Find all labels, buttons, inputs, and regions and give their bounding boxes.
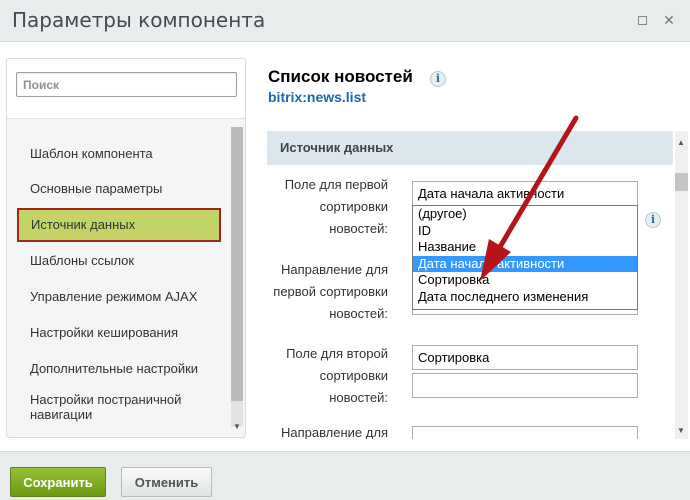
- search-area: [7, 59, 245, 119]
- dropdown-option[interactable]: (другое): [413, 206, 637, 223]
- info-icon[interactable]: i: [430, 71, 446, 87]
- save-button[interactable]: Сохранить: [10, 467, 106, 497]
- field-label-first-sort: Поле для первой сортировки новостей:: [284, 177, 388, 236]
- scroll-down-icon[interactable]: ▼: [677, 426, 685, 435]
- cancel-button[interactable]: Отменить: [121, 467, 212, 497]
- sidebar-item-cache[interactable]: Настройки кеширования: [30, 325, 205, 340]
- field-row-clipped: Направление для: [268, 420, 674, 439]
- content-scrollbar-thumb[interactable]: [675, 173, 688, 191]
- sidebar-scrollbar-thumb[interactable]: [231, 127, 243, 401]
- dropdown-option[interactable]: Название: [413, 239, 637, 256]
- sidebar-item-template[interactable]: Шаблон компонента: [30, 146, 205, 161]
- component-code: bitrix:news.list: [268, 89, 367, 105]
- search-input[interactable]: [16, 72, 237, 97]
- sidebar-item-ajax[interactable]: Управление режимом AJAX: [30, 289, 205, 304]
- first-sort-dropdown-list[interactable]: (другое) ID Название Дата начала активно…: [412, 205, 638, 310]
- sidebar: Шаблон компонента Основные параметры Ист…: [6, 58, 246, 438]
- second-sort-select[interactable]: Сортировка: [412, 345, 638, 370]
- dropdown-option[interactable]: Сортировка: [413, 272, 637, 289]
- dropdown-option-selected[interactable]: Дата начала активности: [413, 255, 637, 272]
- field-label-first-direction: Направление для первой сортировки новост…: [273, 262, 388, 321]
- first-sort-select[interactable]: Дата начала активности: [412, 181, 638, 206]
- sidebar-item-link-templates[interactable]: Шаблоны ссылок: [30, 253, 205, 268]
- sidebar-item-main-params[interactable]: Основные параметры: [30, 181, 205, 196]
- window-title: Параметры компонента: [12, 8, 266, 32]
- window-titlebar: Параметры компонента ✕: [0, 0, 690, 42]
- scroll-down-icon[interactable]: ▼: [233, 422, 241, 431]
- field-label-second-direction: Направление для: [280, 425, 388, 439]
- field-label-second-sort: Поле для второй сортировки новостей:: [286, 346, 388, 405]
- sidebar-item-pagination[interactable]: Настройки постраничной навигации: [30, 392, 205, 422]
- second-direction-select[interactable]: [412, 426, 638, 439]
- maximize-icon[interactable]: [638, 16, 647, 25]
- dropdown-option[interactable]: ID: [413, 223, 637, 240]
- sidebar-item-data-source[interactable]: Источник данных: [17, 208, 221, 242]
- section-header: Источник данных: [267, 131, 673, 165]
- dropdown-option[interactable]: Дата последнего изменения: [413, 289, 637, 306]
- second-sort-custom-input[interactable]: [412, 373, 638, 398]
- component-title: Список новостей: [268, 67, 413, 86]
- close-icon[interactable]: ✕: [663, 13, 675, 27]
- dialog-footer: Сохранить Отменить: [0, 451, 690, 500]
- info-icon[interactable]: i: [645, 212, 661, 228]
- sidebar-item-additional[interactable]: Дополнительные настройки: [30, 361, 205, 376]
- scroll-up-icon[interactable]: ▲: [677, 138, 685, 147]
